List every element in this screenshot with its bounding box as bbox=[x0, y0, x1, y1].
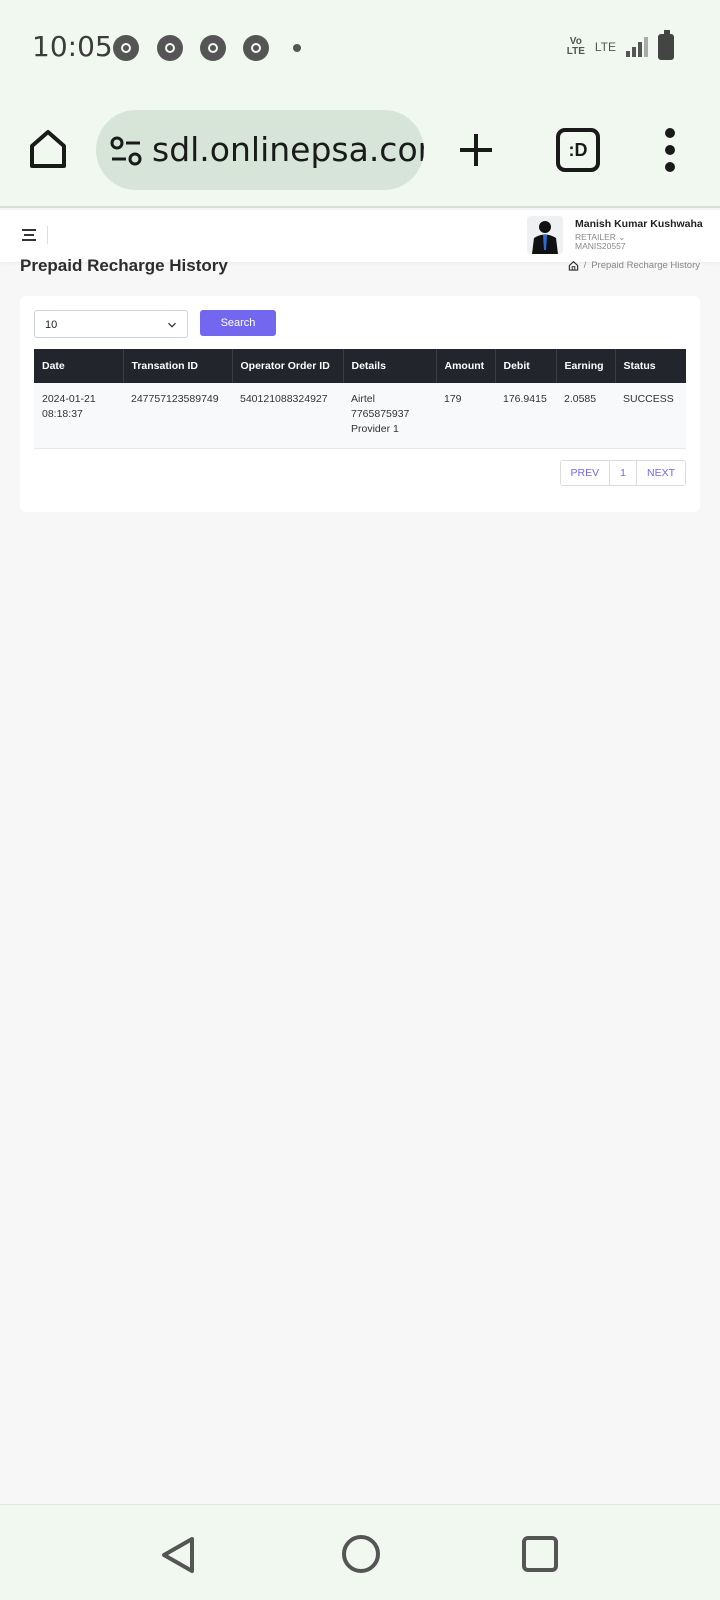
home-icon[interactable] bbox=[24, 124, 72, 172]
column-header-amount: Amount bbox=[436, 349, 496, 383]
lte-label: LTE bbox=[594, 40, 616, 54]
url-text: sdl.onlinepsa.com bbox=[152, 130, 424, 169]
browser-toolbar: sdl.onlinepsa.com :D bbox=[0, 96, 720, 208]
header-divider bbox=[47, 226, 48, 244]
system-nav-bar bbox=[0, 1504, 720, 1600]
cell-details-provider: Provider 1 bbox=[351, 423, 399, 435]
home-nav-icon[interactable] bbox=[342, 1535, 380, 1573]
more-menu-icon[interactable] bbox=[660, 128, 680, 172]
page-size-select[interactable]: 10 bbox=[34, 310, 188, 338]
column-header-details: Details bbox=[343, 349, 437, 383]
cell-details-operator: Airtel bbox=[351, 393, 375, 405]
breadcrumb-current: Prepaid Recharge History bbox=[591, 260, 700, 271]
history-card: 10 Search Date Transation ID Operator Or… bbox=[20, 296, 700, 512]
column-header-status: Status bbox=[615, 349, 686, 383]
next-page-button[interactable]: NEXT bbox=[636, 461, 685, 485]
battery-icon bbox=[658, 30, 674, 60]
cell-earning: 2.0585 bbox=[556, 383, 615, 449]
signal-icon bbox=[626, 37, 648, 57]
chrome-notification-icon bbox=[243, 35, 269, 61]
column-header-operator-order-id: Operator Order ID bbox=[232, 349, 344, 383]
cell-date-time: 08:18:37 bbox=[42, 408, 83, 420]
column-header-earning: Earning bbox=[556, 349, 616, 383]
history-table: Date Transation ID Operator Order ID Det… bbox=[34, 349, 686, 449]
table-header-row: Date Transation ID Operator Order ID Det… bbox=[34, 349, 686, 383]
tab-switcher-button[interactable]: :D bbox=[556, 128, 600, 172]
table-row: 2024-01-21 08:18:37 247757123589749 5401… bbox=[34, 383, 686, 449]
new-tab-icon[interactable] bbox=[456, 130, 496, 170]
column-header-date: Date bbox=[34, 349, 124, 383]
cell-details-number: 7765875937 bbox=[351, 408, 410, 420]
chevron-down-icon bbox=[168, 322, 176, 328]
clock: 10:05 bbox=[32, 30, 113, 63]
column-header-debit: Debit bbox=[495, 349, 557, 383]
address-bar[interactable]: sdl.onlinepsa.com bbox=[96, 110, 424, 190]
user-name[interactable]: Manish Kumar Kushwaha bbox=[575, 218, 703, 230]
back-icon[interactable] bbox=[160, 1535, 196, 1575]
breadcrumb-home-icon[interactable] bbox=[568, 260, 579, 271]
breadcrumb-separator: / bbox=[583, 260, 587, 271]
recent-apps-icon[interactable] bbox=[522, 1536, 558, 1572]
menu-toggle-icon[interactable] bbox=[22, 229, 36, 241]
app-header: Manish Kumar Kushwaha RETAILER ⌄ MANIS20… bbox=[0, 210, 720, 262]
chrome-notification-icon bbox=[157, 35, 183, 61]
cell-amount: 179 bbox=[436, 383, 495, 449]
column-header-transaction-id: Transation ID bbox=[123, 349, 233, 383]
prev-page-button[interactable]: PREV bbox=[560, 461, 611, 485]
page-number-button[interactable]: 1 bbox=[610, 461, 637, 485]
page-size-value: 10 bbox=[45, 319, 58, 331]
cell-details: Airtel 7765875937 Provider 1 bbox=[343, 383, 436, 449]
pagination: PREV 1 NEXT bbox=[559, 460, 686, 486]
volte-icon: Vo LTE bbox=[566, 36, 585, 57]
system-icons: Vo LTE LTE bbox=[566, 30, 674, 60]
page-title: Prepaid Recharge History bbox=[20, 256, 228, 275]
user-id: MANIS20557 bbox=[575, 241, 626, 251]
cell-date-day: 2024-01-21 bbox=[42, 393, 96, 405]
breadcrumb: / Prepaid Recharge History bbox=[568, 260, 700, 271]
search-button[interactable]: Search bbox=[200, 310, 276, 336]
cell-debit: 176.9415 bbox=[495, 383, 556, 449]
avatar[interactable] bbox=[527, 216, 563, 254]
chrome-notification-icon bbox=[200, 35, 226, 61]
cell-operator-order-id: 540121088324927 bbox=[232, 383, 343, 449]
status-bar: 10:05 Vo LTE LTE bbox=[0, 0, 720, 96]
cell-status: SUCCESS bbox=[615, 383, 686, 449]
cell-date: 2024-01-21 08:18:37 bbox=[34, 383, 123, 449]
site-settings-icon[interactable] bbox=[108, 134, 144, 168]
more-notifications-dot-icon bbox=[293, 44, 301, 52]
chrome-notification-icon bbox=[113, 35, 139, 61]
cell-transaction-id: 247757123589749 bbox=[123, 383, 232, 449]
